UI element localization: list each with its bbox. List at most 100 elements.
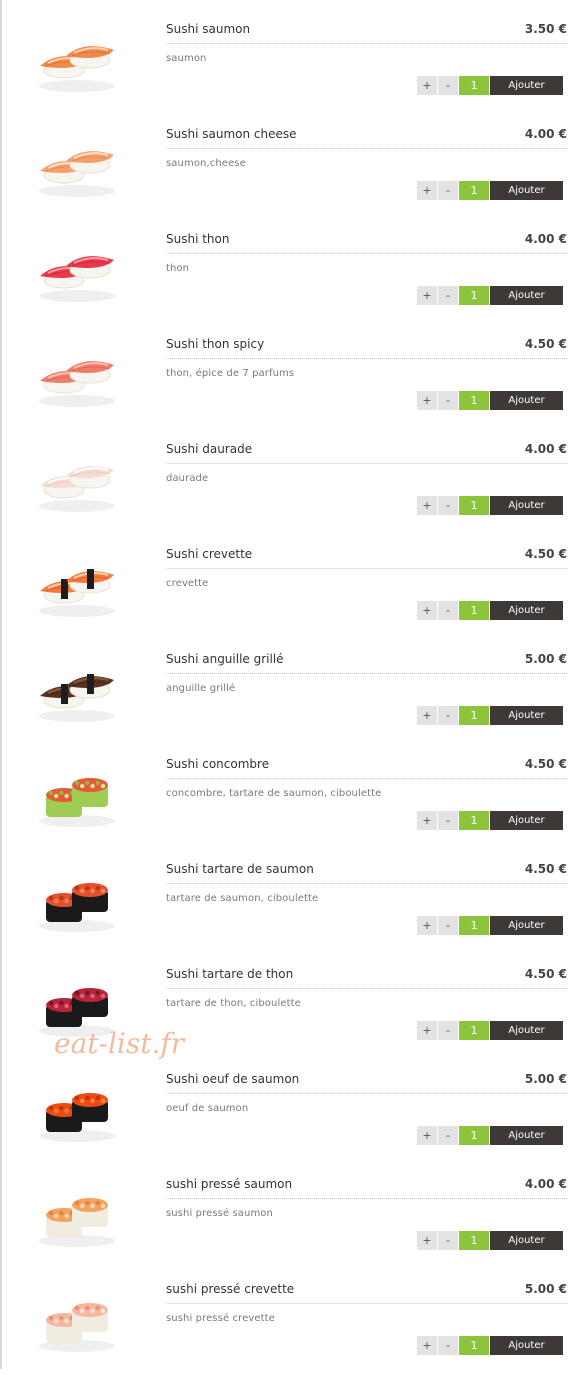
quantity-field[interactable]: 1 bbox=[459, 1336, 489, 1355]
item-name: Sushi thon spicy bbox=[166, 337, 265, 351]
increment-button[interactable]: + bbox=[417, 181, 437, 200]
decrement-button[interactable]: - bbox=[438, 391, 458, 410]
menu-item: Sushi concombre 4.50 € concombre, tartare … bbox=[0, 745, 572, 850]
quantity-controls: + -1 Ajouter bbox=[417, 1336, 563, 1355]
item-description: concombre, tartare de saumon, ciboulette bbox=[166, 788, 382, 799]
increment-button[interactable]: + bbox=[417, 601, 437, 620]
quantity-controls: + -1 Ajouter bbox=[417, 1231, 563, 1250]
quantity-field[interactable]: 1 bbox=[459, 1021, 489, 1040]
quantity-controls: + -1 Ajouter bbox=[417, 811, 563, 830]
dotted-divider bbox=[166, 673, 567, 674]
menu-item: Sushi saumon 3.50 € saumon + -1 Ajouter bbox=[0, 10, 572, 115]
add-to-cart-button[interactable]: Ajouter bbox=[490, 811, 563, 830]
item-price: 4.00 € bbox=[524, 127, 567, 141]
decrement-button[interactable]: - bbox=[438, 76, 458, 95]
dotted-divider bbox=[166, 358, 567, 359]
decrement-button[interactable]: - bbox=[438, 1336, 458, 1355]
pressed-salmon-sushi-icon bbox=[30, 1179, 124, 1251]
item-price: 4.50 € bbox=[524, 547, 567, 561]
item-description: thon, épice de 7 parfums bbox=[166, 368, 295, 379]
quantity-controls: + -1 Ajouter bbox=[417, 181, 563, 200]
quantity-field[interactable]: 1 bbox=[459, 286, 489, 305]
decrement-button[interactable]: - bbox=[438, 601, 458, 620]
menu-item: Sushi thon 4.00 € thon + -1 Ajouter bbox=[0, 220, 572, 325]
quantity-field[interactable]: 1 bbox=[459, 181, 489, 200]
item-description: thon bbox=[166, 263, 190, 274]
increment-button[interactable]: + bbox=[417, 706, 437, 725]
quantity-field[interactable]: 1 bbox=[459, 1126, 489, 1145]
quantity-controls: + -1 Ajouter bbox=[417, 286, 563, 305]
item-name: Sushi saumon cheese bbox=[166, 127, 297, 141]
increment-button[interactable]: + bbox=[417, 496, 437, 515]
add-to-cart-button[interactable]: Ajouter bbox=[490, 76, 563, 95]
item-description: sushi pressé crevette bbox=[166, 1313, 275, 1324]
add-to-cart-button[interactable]: Ajouter bbox=[490, 706, 563, 725]
item-price: 5.00 € bbox=[524, 1282, 567, 1296]
quantity-controls: + -1 Ajouter bbox=[417, 76, 563, 95]
spicy-tuna-nigiri-icon bbox=[30, 339, 124, 411]
add-to-cart-button[interactable]: Ajouter bbox=[490, 391, 563, 410]
item-price: 4.50 € bbox=[524, 337, 567, 351]
quantity-field[interactable]: 1 bbox=[459, 916, 489, 935]
quantity-field[interactable]: 1 bbox=[459, 811, 489, 830]
item-description: crevette bbox=[166, 578, 209, 589]
add-to-cart-button[interactable]: Ajouter bbox=[490, 1336, 563, 1355]
menu-item: Sushi thon spicy 4.50 € thon, épice de 7 p… bbox=[0, 325, 572, 430]
add-to-cart-button[interactable]: Ajouter bbox=[490, 286, 563, 305]
increment-button[interactable]: + bbox=[417, 1126, 437, 1145]
increment-button[interactable]: + bbox=[417, 811, 437, 830]
decrement-button[interactable]: - bbox=[438, 1021, 458, 1040]
menu-item: Sushi saumon cheese 4.00 € saumon,cheese + -… bbox=[0, 115, 572, 220]
pressed-shrimp-sushi-icon bbox=[30, 1284, 124, 1356]
add-to-cart-button[interactable]: Ajouter bbox=[490, 1126, 563, 1145]
item-price: 4.00 € bbox=[524, 232, 567, 246]
add-to-cart-button[interactable]: Ajouter bbox=[490, 916, 563, 935]
add-to-cart-button[interactable]: Ajouter bbox=[490, 181, 563, 200]
quantity-field[interactable]: 1 bbox=[459, 1231, 489, 1250]
item-price: 4.50 € bbox=[524, 757, 567, 771]
dotted-divider bbox=[166, 148, 567, 149]
menu-item: sushi pressé crevette 5.00 € sushi pressé … bbox=[0, 1270, 572, 1375]
increment-button[interactable]: + bbox=[417, 1336, 437, 1355]
quantity-controls: + -1 Ajouter bbox=[417, 706, 563, 725]
quantity-field[interactable]: 1 bbox=[459, 391, 489, 410]
item-price: 4.50 € bbox=[524, 862, 567, 876]
decrement-button[interactable]: - bbox=[438, 286, 458, 305]
decrement-button[interactable]: - bbox=[438, 496, 458, 515]
add-to-cart-button[interactable]: Ajouter bbox=[490, 601, 563, 620]
increment-button[interactable]: + bbox=[417, 1231, 437, 1250]
item-name: Sushi concombre bbox=[166, 757, 270, 771]
decrement-button[interactable]: - bbox=[438, 811, 458, 830]
decrement-button[interactable]: - bbox=[438, 916, 458, 935]
cucumber-gunkan-icon bbox=[30, 759, 124, 831]
salmon-tartare-gunkan-icon bbox=[30, 864, 124, 936]
menu-list: Sushi saumon 3.50 € saumon + -1 Ajouter Sushi … bbox=[0, 10, 572, 1375]
quantity-field[interactable]: 1 bbox=[459, 496, 489, 515]
decrement-button[interactable]: - bbox=[438, 1126, 458, 1145]
decrement-button[interactable]: - bbox=[438, 181, 458, 200]
salmon-cheese-nigiri-icon bbox=[30, 129, 124, 201]
add-to-cart-button[interactable]: Ajouter bbox=[490, 1021, 563, 1040]
dotted-divider bbox=[166, 463, 567, 464]
shrimp-nigiri-icon bbox=[30, 549, 124, 621]
menu-item: Sushi daurade 4.00 € daurade + -1 Ajouter bbox=[0, 430, 572, 535]
increment-button[interactable]: + bbox=[417, 1021, 437, 1040]
increment-button[interactable]: + bbox=[417, 916, 437, 935]
dotted-divider bbox=[166, 883, 567, 884]
add-to-cart-button[interactable]: Ajouter bbox=[490, 1231, 563, 1250]
increment-button[interactable]: + bbox=[417, 76, 437, 95]
increment-button[interactable]: + bbox=[417, 391, 437, 410]
increment-button[interactable]: + bbox=[417, 286, 437, 305]
quantity-field[interactable]: 1 bbox=[459, 601, 489, 620]
quantity-field[interactable]: 1 bbox=[459, 76, 489, 95]
dotted-divider bbox=[166, 43, 567, 44]
item-name: Sushi tartare de saumon bbox=[166, 862, 314, 876]
decrement-button[interactable]: - bbox=[438, 1231, 458, 1250]
salmon-nigiri-icon bbox=[30, 24, 124, 96]
add-to-cart-button[interactable]: Ajouter bbox=[490, 496, 563, 515]
item-description: anguille grillé bbox=[166, 683, 236, 694]
item-price: 5.00 € bbox=[524, 1072, 567, 1086]
quantity-field[interactable]: 1 bbox=[459, 706, 489, 725]
item-price: 4.00 € bbox=[524, 1177, 567, 1191]
decrement-button[interactable]: - bbox=[438, 706, 458, 725]
